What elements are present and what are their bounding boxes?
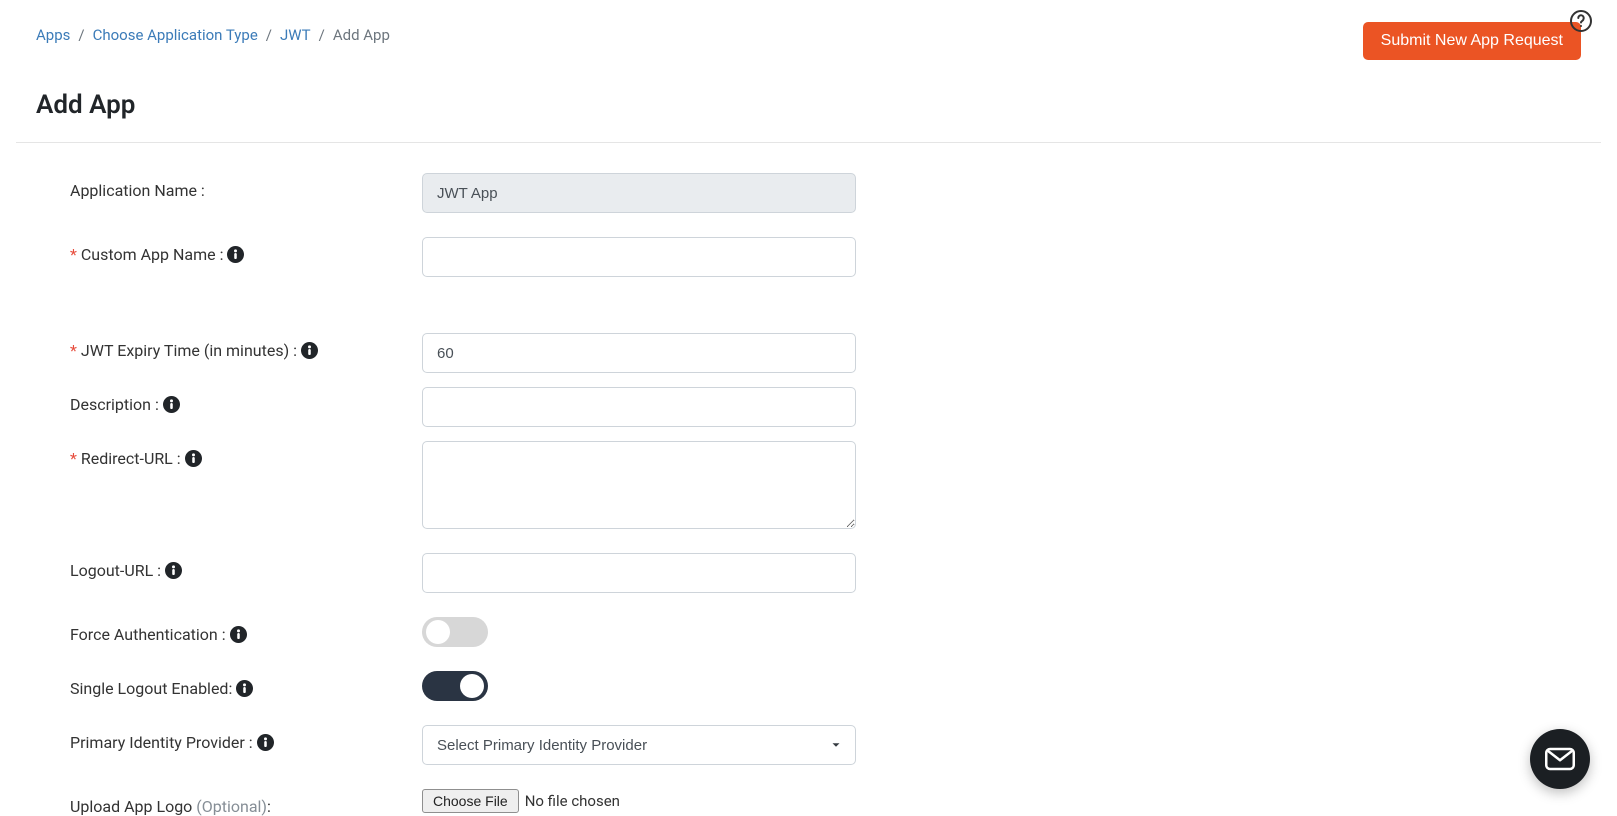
breadcrumb-current: Add App	[333, 26, 390, 44]
info-icon[interactable]	[257, 734, 274, 751]
label-redirect-url: Redirect-URL :	[81, 449, 181, 468]
breadcrumb-sep: /	[319, 26, 325, 44]
info-icon[interactable]	[301, 342, 318, 359]
custom-app-name-input[interactable]	[422, 237, 856, 277]
application-name-input	[422, 173, 856, 213]
breadcrumb-sep: /	[78, 26, 84, 44]
label-upload-logo: Upload App Logo	[70, 797, 196, 816]
label-single-logout: Single Logout Enabled:	[70, 679, 232, 698]
label-logout-url: Logout-URL :	[70, 561, 161, 580]
label-upload-logo-suffix: :	[267, 797, 271, 816]
jwt-expiry-input[interactable]	[422, 333, 856, 373]
info-icon[interactable]	[185, 450, 202, 467]
description-input[interactable]	[422, 387, 856, 427]
add-app-form: Application Name : * Custom App Name : *…	[36, 143, 1581, 816]
label-custom-app-name: Custom App Name :	[81, 245, 224, 264]
info-icon[interactable]	[227, 246, 244, 263]
choose-file-button[interactable]: Choose File	[422, 789, 519, 813]
upload-logo-file-chooser[interactable]: Choose File No file chosen	[422, 789, 620, 813]
single-logout-toggle[interactable]	[422, 671, 488, 701]
info-icon[interactable]	[236, 680, 253, 697]
logout-url-input[interactable]	[422, 553, 856, 593]
label-force-authentication: Force Authentication :	[70, 625, 226, 644]
label-jwt-expiry: JWT Expiry Time (in minutes) :	[81, 341, 297, 360]
file-chosen-status: No file chosen	[525, 792, 620, 810]
page-title: Add App	[36, 90, 1581, 120]
info-icon[interactable]	[165, 562, 182, 579]
redirect-url-input[interactable]	[422, 441, 856, 529]
breadcrumb-apps[interactable]: Apps	[36, 26, 70, 44]
label-application-name: Application Name :	[70, 181, 205, 200]
info-icon[interactable]	[163, 396, 180, 413]
breadcrumb-sep: /	[266, 26, 272, 44]
info-icon[interactable]	[230, 626, 247, 643]
label-description: Description :	[70, 395, 159, 414]
chat-fab-button[interactable]	[1530, 729, 1590, 789]
help-icon[interactable]	[1568, 8, 1594, 34]
required-asterisk: *	[70, 245, 77, 264]
submit-new-app-request-button[interactable]: Submit New App Request	[1363, 22, 1581, 60]
breadcrumb: Apps / Choose Application Type / JWT / A…	[36, 22, 390, 44]
force-authentication-toggle[interactable]	[422, 617, 488, 647]
label-upload-logo-optional: (Optional)	[196, 797, 267, 816]
breadcrumb-jwt[interactable]: JWT	[280, 26, 311, 44]
primary-idp-select[interactable]: Select Primary Identity Provider	[422, 725, 856, 765]
label-primary-idp: Primary Identity Provider :	[70, 733, 253, 752]
breadcrumb-choose-type[interactable]: Choose Application Type	[93, 26, 258, 44]
required-asterisk: *	[70, 341, 77, 360]
required-asterisk: *	[70, 449, 77, 468]
